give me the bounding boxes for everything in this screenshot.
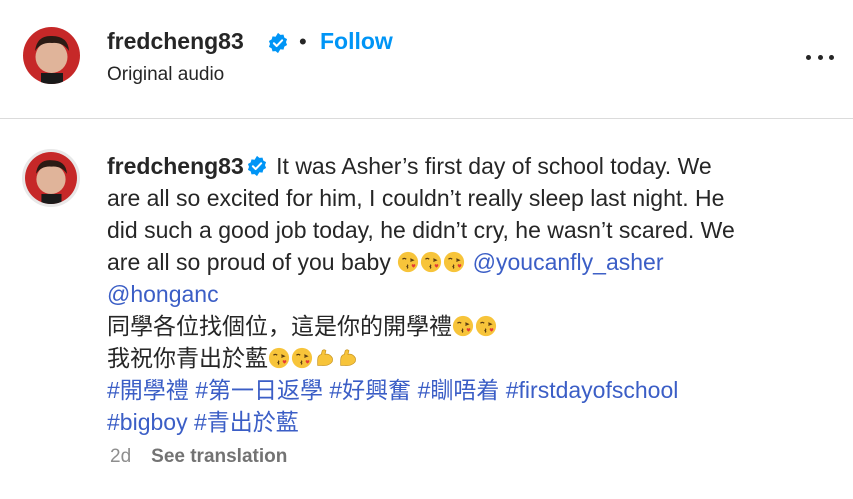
hashtag-link[interactable]: #開學禮 — [107, 377, 189, 403]
audio-label[interactable]: Original audio — [107, 64, 224, 86]
hashtag-link[interactable]: #bigboy — [107, 409, 188, 435]
mention-link[interactable]: @honganc — [107, 281, 219, 307]
caption-line: fredcheng83 It was Asher’s first day of … — [107, 150, 827, 182]
verified-badge-icon — [246, 155, 268, 177]
kissing-heart-icon — [475, 315, 497, 337]
caption-line: are all so excited for him, I couldn’t r… — [107, 182, 827, 214]
caption-line: #開學禮 #第一日返學 #好興奮 #瞓唔着 #firstdayofschool — [107, 374, 827, 406]
see-translation-button[interactable]: See translation — [151, 446, 287, 467]
flexed-biceps-icon — [337, 347, 359, 369]
caption-text: are all so excited for him, I couldn’t r… — [107, 185, 725, 211]
caption-line: @honganc — [107, 278, 827, 310]
caption-text: 同學各位找個位，這是你的開學禮 — [107, 313, 452, 339]
caption-text: did such a good job today, he didn’t cry… — [107, 217, 735, 243]
more-options-icon[interactable] — [806, 50, 834, 64]
kissing-heart-icon — [397, 251, 419, 273]
caption-line: did such a good job today, he didn’t cry… — [107, 214, 827, 246]
caption-text: It was Asher’s first day of school today… — [276, 153, 712, 179]
caption-text: 我祝你青出於藍 — [107, 345, 268, 371]
hashtag-link[interactable]: #第一日返學 — [195, 377, 323, 403]
post-header: fredcheng83 • Follow Original audio — [0, 0, 853, 119]
caption-line: 我祝你青出於藍 — [107, 342, 827, 374]
kissing-heart-icon — [420, 251, 442, 273]
timestamp[interactable]: 2d — [110, 446, 131, 467]
separator-dot: • — [299, 29, 307, 54]
kissing-heart-icon — [291, 347, 313, 369]
mention-link[interactable]: @youcanfly_asher — [473, 249, 664, 275]
hashtag-link[interactable]: #好興奮 — [329, 377, 411, 403]
hashtag-link[interactable]: #青出於藍 — [194, 409, 299, 435]
caption-username[interactable]: fredcheng83 — [107, 153, 244, 179]
kissing-heart-icon — [452, 315, 474, 337]
caption-text: are all so proud of you baby — [107, 249, 398, 275]
header-username[interactable]: fredcheng83 — [107, 28, 244, 55]
verified-badge-icon — [267, 32, 289, 54]
follow-button[interactable]: Follow — [320, 28, 393, 55]
kissing-heart-icon — [268, 347, 290, 369]
kissing-heart-icon — [443, 251, 465, 273]
caption-line: #bigboy #青出於藍 — [107, 406, 827, 438]
flexed-biceps-icon — [314, 347, 336, 369]
post-caption: fredcheng83 It was Asher’s first day of … — [107, 150, 827, 438]
comment-avatar[interactable] — [22, 149, 80, 207]
caption-line: are all so proud of you baby @youcanfly_… — [107, 246, 827, 278]
hashtag-link[interactable]: #瞓唔着 — [418, 377, 500, 403]
caption-line: 同學各位找個位，這是你的開學禮 — [107, 310, 827, 342]
post-meta: 2d See translation — [110, 446, 287, 468]
hashtag-link[interactable]: #firstdayofschool — [506, 377, 679, 403]
avatar[interactable] — [23, 27, 80, 84]
